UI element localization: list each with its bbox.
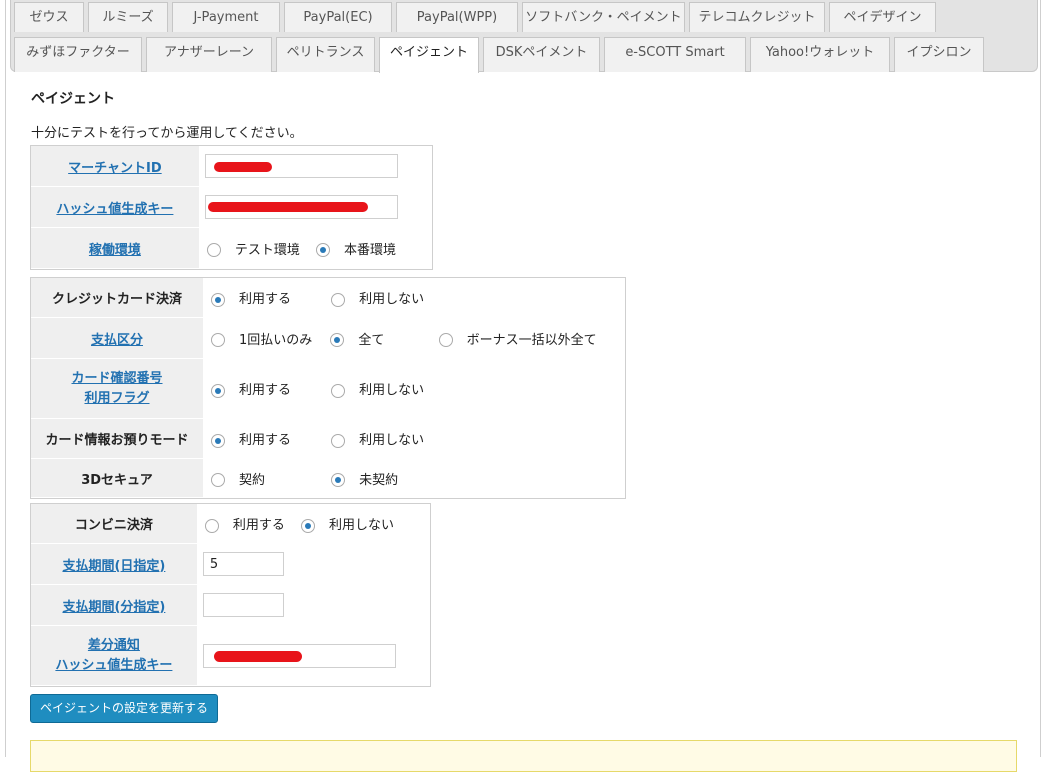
env-production-label: 本番環境 <box>343 242 396 258</box>
tab-remise[interactable]: ルミーズ <box>88 2 168 32</box>
credit-use-label: 利用する <box>239 292 292 307</box>
pay-except-bonus-radio[interactable] <box>438 333 453 347</box>
cvv-nouse-label: 利用しない <box>359 383 425 398</box>
tab-yahoo-wallet[interactable]: Yahoo!ウォレット <box>750 37 890 72</box>
tab-veritrans[interactable]: ペリトランス <box>276 37 375 72</box>
cvv-use-radio[interactable] <box>211 383 225 398</box>
redaction-mark <box>214 162 272 172</box>
tab-e-scott-smart[interactable]: e-SCOTT Smart <box>604 37 746 72</box>
conveni-use-label: 利用する <box>232 518 285 533</box>
tab-zeus[interactable]: ゼウス <box>14 2 84 32</box>
tab-paypal-wpp[interactable]: PayPal(WPP) <box>396 2 518 32</box>
notice-box <box>30 740 1017 772</box>
merchant-id-label[interactable]: マーチャントID <box>68 161 162 176</box>
pay-days-label[interactable]: 支払期間(日指定) <box>62 559 165 574</box>
pay-minutes-label[interactable]: 支払期間(分指定) <box>62 600 165 615</box>
cvv-flag-label-2[interactable]: 利用フラグ <box>84 391 149 406</box>
redaction-mark <box>214 651 302 662</box>
tab-paydesign[interactable]: ペイデザイン <box>829 2 936 32</box>
credit-nouse-label: 利用しない <box>359 292 425 307</box>
conveni-nouse-label: 利用しない <box>328 518 394 533</box>
pay-all-radio[interactable] <box>330 333 345 347</box>
credit-card-label: クレジットカード決済 <box>51 292 182 307</box>
conveni-nouse-radio[interactable] <box>300 518 315 533</box>
credit-nouse-radio[interactable] <box>331 292 346 307</box>
tds-nocontract-radio[interactable] <box>331 473 346 487</box>
environment-label[interactable]: 稼働環境 <box>89 243 141 258</box>
tds-contract-radio[interactable] <box>211 473 225 487</box>
store-nouse-radio[interactable] <box>331 433 346 448</box>
store-nouse-label: 利用しない <box>359 433 425 448</box>
tab-dsk-payment[interactable]: DSKペイメント <box>483 37 600 72</box>
notify-label-2[interactable]: ハッシュ値生成キー <box>55 658 172 673</box>
conveni-label: コンビニ決済 <box>74 518 153 533</box>
env-test-radio[interactable] <box>206 243 221 257</box>
card-store-mode-label: カード情報お預りモード <box>45 433 189 448</box>
tds-nocontract-label: 未契約 <box>359 472 399 488</box>
pay-once-radio[interactable] <box>211 333 225 347</box>
pay-minutes-input[interactable] <box>202 593 284 617</box>
credit-use-radio[interactable] <box>211 292 225 307</box>
pay-all-label: 全て <box>358 332 385 348</box>
tab-paygent[interactable]: ペイジェント <box>379 37 479 73</box>
cvv-nouse-radio[interactable] <box>331 383 346 398</box>
tab-mizuho-factor[interactable]: みずほファクター <box>14 37 142 72</box>
tab-paypal-ec[interactable]: PayPal(EC) <box>284 2 392 32</box>
cvv-use-label: 利用する <box>239 383 292 398</box>
tab-softbank-payment[interactable]: ソフトバンク・ペイメント <box>522 2 685 32</box>
tab-telecom-credit[interactable]: テレコムクレジット <box>689 2 825 32</box>
hash-key-label[interactable]: ハッシュ値生成キー <box>56 202 173 217</box>
pay-except-bonus-label: ボーナス一括以外全て <box>466 332 597 348</box>
pay-once-label: 1回払いのみ <box>239 332 313 348</box>
env-production-radio[interactable] <box>315 243 330 257</box>
env-test-label: テスト環境 <box>234 242 300 258</box>
conveni-use-radio[interactable] <box>204 518 219 533</box>
cvv-flag-label-1[interactable]: カード確認番号 <box>71 371 162 386</box>
section-title: ペイジェント <box>31 91 115 107</box>
redaction-mark <box>208 202 368 212</box>
update-settings-button[interactable]: ペイジェントの設定を更新する <box>30 694 218 723</box>
tab-another-lane[interactable]: アナザーレーン <box>146 37 272 72</box>
store-use-radio[interactable] <box>211 433 225 448</box>
tab-j-payment[interactable]: J-Payment <box>172 2 280 32</box>
payment-type-label[interactable]: 支払区分 <box>91 333 143 348</box>
store-use-label: 利用する <box>239 433 292 448</box>
pay-days-input[interactable] <box>202 552 284 576</box>
tab-epsilon[interactable]: イプシロン <box>894 37 984 72</box>
notify-label-1[interactable]: 差分通知 <box>88 638 140 653</box>
3d-secure-label: 3Dセキュア <box>81 472 153 488</box>
test-notice: 十分にテストを行ってから運用してください。 <box>31 126 303 141</box>
card-settings-table: クレジットカード決済 利用する 利用しない 支払区分 1回払いのみ 全て ボーナ… <box>30 277 626 499</box>
tds-contract-label: 契約 <box>239 472 266 488</box>
